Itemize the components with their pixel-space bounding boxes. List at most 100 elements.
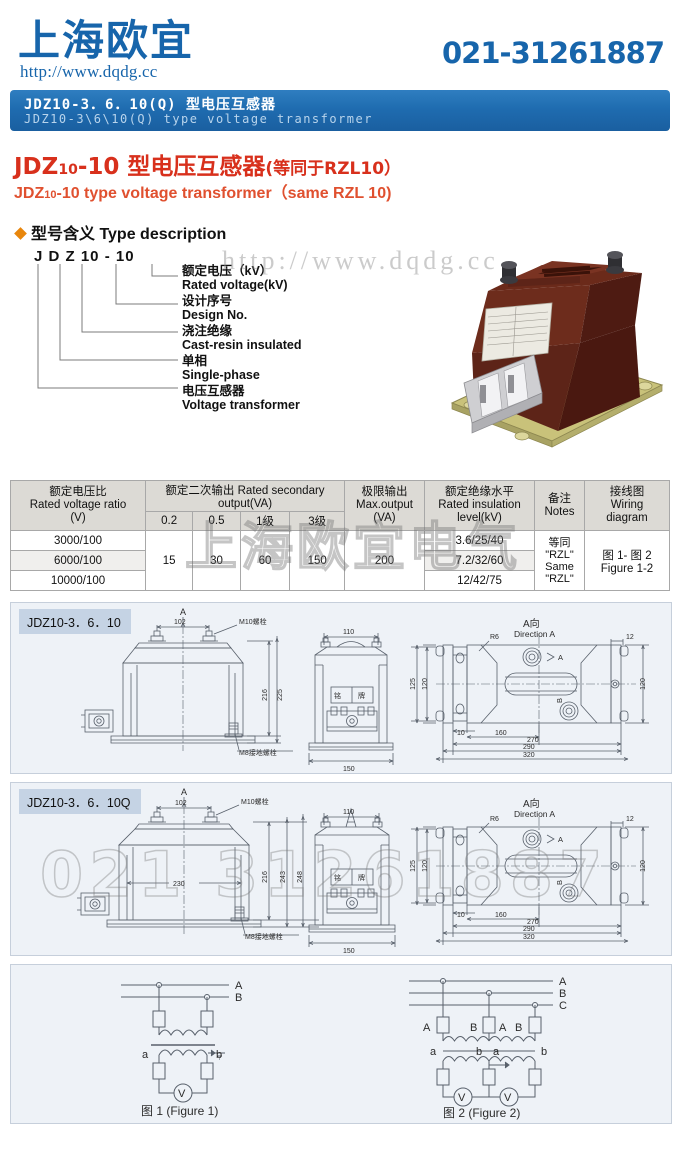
header-wiring-en1: Wiring [610, 499, 644, 511]
page-header: 上海欧宜 http://www.dqdg.cc 021-31261887 [0, 0, 680, 88]
cell-class-05: 30 [192, 530, 241, 591]
header-rated-voltage-ratio: 额定电压比 Rated voltage ratio (V) [10, 480, 146, 531]
section-title-bar: JDZ10-3．6．10(Q) 型电压互感器 JDZ10-3\6\10(Q) t… [10, 90, 670, 131]
notes-line-2: "RZL" [545, 548, 574, 561]
header-wiring-en2: diagram [606, 512, 648, 524]
product-title-cn-main: -10 型电压互感器 [77, 154, 266, 180]
header-max-output-unit: (VA) [373, 512, 396, 524]
type-item-en: Rated voltage(kV) [182, 278, 288, 292]
lv-box [77, 892, 110, 916]
product-title-cn-prefix: JDZ [14, 154, 59, 180]
hv-bolt-icon [148, 811, 166, 823]
product-title-cn-tail: (等同于RZL10） [265, 159, 402, 179]
nameplate-label: 铭 [334, 873, 341, 882]
product-title-en-prefix: JDZ [14, 185, 45, 202]
dim-248-label: 248 [297, 871, 304, 883]
figure-2-circuit [409, 978, 553, 1107]
marker-a-label: A [181, 787, 187, 797]
m8-ground-label: M8接地螺栓 [239, 748, 277, 757]
dim-125-label: 125 [410, 860, 417, 872]
type-description-item: 额定电压（kV） Rated voltage(kV) [182, 264, 301, 293]
table-row: 3000/100 15 30 60 150 200 3.6/25/40 等同 "… [10, 530, 670, 591]
header-ratio-unit: (V) [70, 512, 86, 524]
figure-1-caption: 图 1 (Figure 1) [141, 1104, 218, 1118]
fig2-primary-b2-label: B [515, 1022, 522, 1034]
fig2-voltmeter-2-label: V [504, 1092, 512, 1104]
fig2-primary-a1-label: A [423, 1022, 431, 1034]
label-b: B [555, 698, 564, 703]
panel-1-drawings: A 102 M10螺栓 216 225 M8接地螺栓 110 铭 牌 150 A… [81, 607, 649, 773]
header-secondary-output: 额定二次输出 Rated secondary output(VA) [145, 480, 345, 512]
notes-line-3: Same [545, 560, 574, 573]
company-website: http://www.dqdg.cc [20, 62, 158, 81]
fig2-voltmeter-1-label: V [458, 1092, 466, 1104]
bushing-a [522, 829, 542, 849]
product-photo [450, 251, 664, 448]
datasheet-page: 上海欧宜 http://www.dqdg.cc 021-31261887 JDZ… [0, 0, 680, 1175]
marker-a-label: A [180, 607, 186, 617]
figure-1-circuit [121, 982, 229, 1103]
lv-terminal-block [326, 888, 378, 914]
cell-insulation: 12/42/75 [424, 570, 535, 591]
dim-160-label: 160 [495, 730, 507, 737]
bushing-a [522, 647, 542, 667]
dim-120-left-label: 120 [422, 678, 429, 690]
dim-120-right-label: 120 [640, 860, 647, 872]
panel-2-drawings: A 102 M10螺栓 230 216 243 248 M8接地螺栓 110 铭… [77, 787, 649, 955]
direction-a-en: Direction A [514, 629, 555, 639]
header-notes-cn: 备注 [548, 492, 571, 505]
type-item-en: Voltage transformer [182, 398, 300, 412]
type-item-en: Single-phase [182, 368, 260, 382]
fig2-line-b-label: B [559, 988, 566, 1000]
fig1-line-a-label: A [235, 980, 243, 992]
hv-bolt-icon [320, 817, 331, 828]
figure-2-caption: 图 2 (Figure 2) [443, 1106, 520, 1120]
dim-102-label: 102 [175, 800, 187, 807]
fig1-terminal-a-label: a [142, 1049, 149, 1061]
dim-110-label: 110 [343, 809, 354, 816]
hv-bolt-icon [202, 811, 220, 823]
type-description-item: 单相 Single-phase [182, 354, 301, 383]
dim-10-label: 10 [457, 912, 465, 919]
contact-phone: 021-31261887 [442, 36, 665, 70]
header-max-output-en: Max.output [356, 499, 413, 511]
drawing-panel-standard: JDZ10-3．6．10 A 102 M10螺栓 216 225 M8接地螺栓 … [10, 602, 672, 774]
header-insulation-cn: 额定绝缘水平 [445, 486, 514, 498]
bushing-b [559, 883, 579, 903]
notes-line-1: 等同 [548, 536, 571, 549]
wiring-diagrams: A B a b V 图 1 (Figure 1) A B C A B A B a… [121, 976, 567, 1120]
fig2-secondary-a1-label: a [430, 1046, 437, 1058]
type-item-en: Design No. [182, 308, 248, 322]
fig1-terminal-b-label: b [216, 1049, 222, 1061]
fig2-secondary-a2-label: a [493, 1046, 500, 1058]
dim-225-label: 225 [277, 689, 284, 701]
r6-label: R6 [490, 634, 499, 641]
dim-150-label: 150 [343, 766, 355, 773]
type-item-cn: 额定电压（kV） [182, 264, 273, 278]
nameplate-label-2: 牌 [358, 873, 365, 882]
header-max-output: 极限输出 Max.output (VA) [344, 480, 425, 531]
front-view-q [77, 797, 319, 936]
type-description-item: 设计序号 Design No. [182, 294, 301, 323]
nameplate-label-2: 牌 [358, 691, 365, 700]
header-insulation-unit: level(kV) [457, 512, 502, 524]
type-item-cn: 单相 [182, 354, 208, 368]
table-head: 额定电压比 Rated voltage ratio (V) 额定二次输出 Rat… [10, 480, 670, 531]
dim-270-label: 270 [527, 919, 539, 926]
header-class-02: 0.2 [144, 511, 194, 531]
fig1-voltmeter-label: V [178, 1088, 186, 1100]
type-item-en: Cast-resin insulated [182, 338, 302, 352]
dim-230-label: 230 [173, 881, 185, 888]
header-max-output-cn: 极限输出 [361, 486, 408, 498]
header-notes: 备注 Notes [534, 480, 585, 531]
cell-class-02: 15 [144, 530, 194, 591]
header-class-3: 3级 [289, 511, 345, 531]
hv-bolt-icon [371, 637, 382, 648]
dim-216-label: 216 [262, 689, 269, 701]
type-item-cn: 浇注绝缘 [182, 324, 233, 338]
section-title-en: JDZ10-3\6\10(Q) type voltage transformer [24, 112, 373, 126]
type-item-cn: 电压互感器 [182, 384, 245, 398]
dim-120-left-label: 120 [422, 860, 429, 872]
direction-a-en: Direction A [514, 809, 555, 819]
dim-110-label: 110 [343, 629, 354, 636]
